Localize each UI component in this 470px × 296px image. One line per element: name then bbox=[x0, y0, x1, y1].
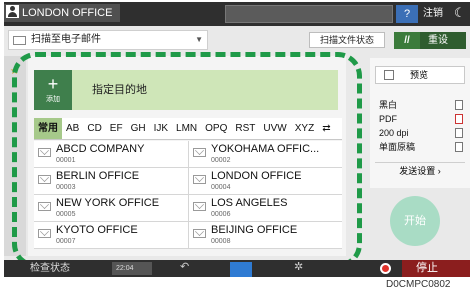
reset-icon: // bbox=[394, 32, 420, 49]
scan-status-button[interactable]: 扫描文件状态 bbox=[309, 32, 385, 48]
chevron-right-icon: › bbox=[437, 166, 441, 176]
envelope-icon bbox=[193, 148, 206, 157]
entry-name: NEW YORK OFFICE bbox=[56, 197, 160, 209]
user-label: LONDON OFFICE bbox=[22, 7, 113, 19]
user-icon bbox=[6, 5, 19, 18]
tab-ab[interactable]: AB bbox=[62, 118, 83, 139]
entry-name: KYOTO OFFICE bbox=[56, 224, 138, 236]
tab-cd[interactable]: CD bbox=[83, 118, 105, 139]
entry-number: 00007 bbox=[56, 238, 76, 245]
top-bar: LONDON OFFICE ? 注销 ☾ bbox=[4, 2, 470, 26]
entry-name: LONDON OFFICE bbox=[211, 170, 302, 182]
tab-frequent[interactable]: 常用 bbox=[34, 118, 62, 139]
envelope-icon bbox=[38, 202, 51, 211]
logout-button[interactable]: 注销 bbox=[423, 6, 443, 22]
device-screen: LONDON OFFICE ? 注销 ☾ 扫描至电子邮件 ▼ 扫描文件状态 //… bbox=[4, 2, 470, 277]
stop-button[interactable]: 停止 bbox=[402, 260, 470, 277]
entry-number: 00008 bbox=[211, 238, 231, 245]
setting-resolution: 200 dpi bbox=[375, 126, 465, 140]
list-item[interactable]: BEIJING OFFICE 00008 bbox=[188, 222, 342, 248]
pdf-icon bbox=[455, 114, 463, 124]
entry-number: 00006 bbox=[211, 211, 231, 218]
list-item[interactable]: ABCD COMPANY 00001 bbox=[34, 141, 188, 167]
add-label: 添加 bbox=[46, 96, 60, 103]
table-row: BERLIN OFFICE 00003 LONDON OFFICE 00004 bbox=[34, 168, 342, 195]
app-label: 扫描至电子邮件 bbox=[31, 34, 101, 45]
list-item[interactable]: BERLIN OFFICE 00003 bbox=[34, 168, 188, 194]
tab-uvw[interactable]: UVW bbox=[259, 118, 290, 139]
resolution-icon bbox=[455, 128, 463, 138]
home-icon[interactable] bbox=[230, 262, 252, 277]
tab-xyz[interactable]: XYZ bbox=[291, 118, 318, 139]
address-tabs: 常用 AB CD EF GH IJK LMN OPQ RST UVW XYZ ⇄ bbox=[34, 118, 342, 140]
start-button[interactable]: 开始 bbox=[390, 196, 440, 246]
side-strip[interactable]: ★ bbox=[4, 56, 26, 256]
address-list: ABCD COMPANY 00001 YOKOHAMA OFFIC... 00002… bbox=[34, 141, 342, 249]
list-item[interactable]: KYOTO OFFICE 00007 bbox=[34, 222, 188, 248]
tab-rst[interactable]: RST bbox=[231, 118, 259, 139]
gear-icon[interactable]: ✲ bbox=[294, 260, 303, 273]
back-icon[interactable]: ↶ bbox=[180, 260, 189, 273]
envelope-icon bbox=[13, 36, 26, 45]
envelope-icon bbox=[38, 229, 51, 238]
entry-number: 00005 bbox=[56, 211, 76, 218]
color-mode-icon bbox=[455, 100, 463, 110]
entry-name: BERLIN OFFICE bbox=[56, 170, 140, 182]
message-field bbox=[225, 5, 393, 23]
list-item[interactable]: LOS ANGELES 00006 bbox=[188, 195, 342, 221]
switch-icon[interactable]: ⇄ bbox=[318, 118, 334, 139]
list-item[interactable]: NEW YORK OFFICE 00005 bbox=[34, 195, 188, 221]
entry-number: 00001 bbox=[56, 157, 76, 164]
table-row: ABCD COMPANY 00001 YOKOHAMA OFFIC... 00002 bbox=[34, 141, 342, 168]
envelope-icon bbox=[193, 229, 206, 238]
list-item[interactable]: LONDON OFFICE 00004 bbox=[188, 168, 342, 194]
check-status-button[interactable]: 检查状态 bbox=[30, 260, 70, 277]
bottom-bar: 检查状态 22:04 ↶ ✲ 停止 bbox=[4, 260, 470, 277]
scan-settings-summary[interactable]: 黑白 PDF 200 dpi 单面原稿 bbox=[375, 98, 465, 154]
help-button[interactable]: ? bbox=[396, 5, 418, 23]
star-icon: ★ bbox=[10, 66, 19, 77]
clock: 22:04 bbox=[112, 262, 152, 275]
moon-icon[interactable]: ☾ bbox=[454, 5, 466, 21]
preview-label: 预览 bbox=[410, 70, 429, 80]
envelope-icon bbox=[193, 175, 206, 184]
send-settings-button[interactable]: 发送设置 › bbox=[375, 162, 465, 178]
envelope-icon bbox=[38, 175, 51, 184]
preview-toggle[interactable]: 预览 bbox=[375, 66, 465, 84]
entry-name: BEIJING OFFICE bbox=[211, 224, 298, 236]
reset-button[interactable]: // 重设 bbox=[394, 32, 466, 49]
chevron-down-icon: ▼ bbox=[195, 35, 203, 44]
settings-panel: 预览 黑白 PDF 200 dpi 单面原稿 发送设置 › bbox=[370, 58, 470, 188]
app-selector[interactable]: 扫描至电子邮件 ▼ bbox=[8, 30, 208, 50]
entry-name: ABCD COMPANY bbox=[56, 143, 145, 155]
envelope-icon bbox=[193, 202, 206, 211]
setting-sides: 单面原稿 bbox=[375, 140, 465, 154]
destination-field[interactable]: 指定目的地 bbox=[72, 70, 338, 110]
setting-color: 黑白 bbox=[375, 98, 465, 112]
reset-label: 重设 bbox=[428, 35, 448, 46]
plus-icon: + bbox=[47, 74, 59, 94]
entry-number: 00003 bbox=[56, 184, 76, 191]
preview-checkbox[interactable] bbox=[384, 70, 394, 80]
entry-name: YOKOHAMA OFFIC... bbox=[211, 143, 320, 155]
tab-gh[interactable]: GH bbox=[127, 118, 150, 139]
figure-caption: D0CMPC0802 bbox=[386, 279, 451, 290]
envelope-icon bbox=[38, 148, 51, 157]
page-icon bbox=[455, 142, 463, 152]
tab-lmn[interactable]: LMN bbox=[172, 118, 201, 139]
setting-format: PDF bbox=[375, 112, 465, 126]
tab-opq[interactable]: OPQ bbox=[201, 118, 231, 139]
stop-icon bbox=[380, 263, 391, 274]
user-badge[interactable]: LONDON OFFICE bbox=[4, 4, 120, 22]
add-destination-button[interactable]: + 添加 bbox=[34, 70, 72, 110]
table-row: NEW YORK OFFICE 00005 LOS ANGELES 00006 bbox=[34, 195, 342, 222]
entry-number: 00004 bbox=[211, 184, 231, 191]
tab-ijk[interactable]: IJK bbox=[150, 118, 172, 139]
entry-number: 00002 bbox=[211, 157, 231, 164]
entry-name: LOS ANGELES bbox=[211, 197, 288, 209]
table-row: KYOTO OFFICE 00007 BEIJING OFFICE 00008 bbox=[34, 222, 342, 249]
tab-ef[interactable]: EF bbox=[106, 118, 127, 139]
list-item[interactable]: YOKOHAMA OFFIC... 00002 bbox=[188, 141, 342, 167]
